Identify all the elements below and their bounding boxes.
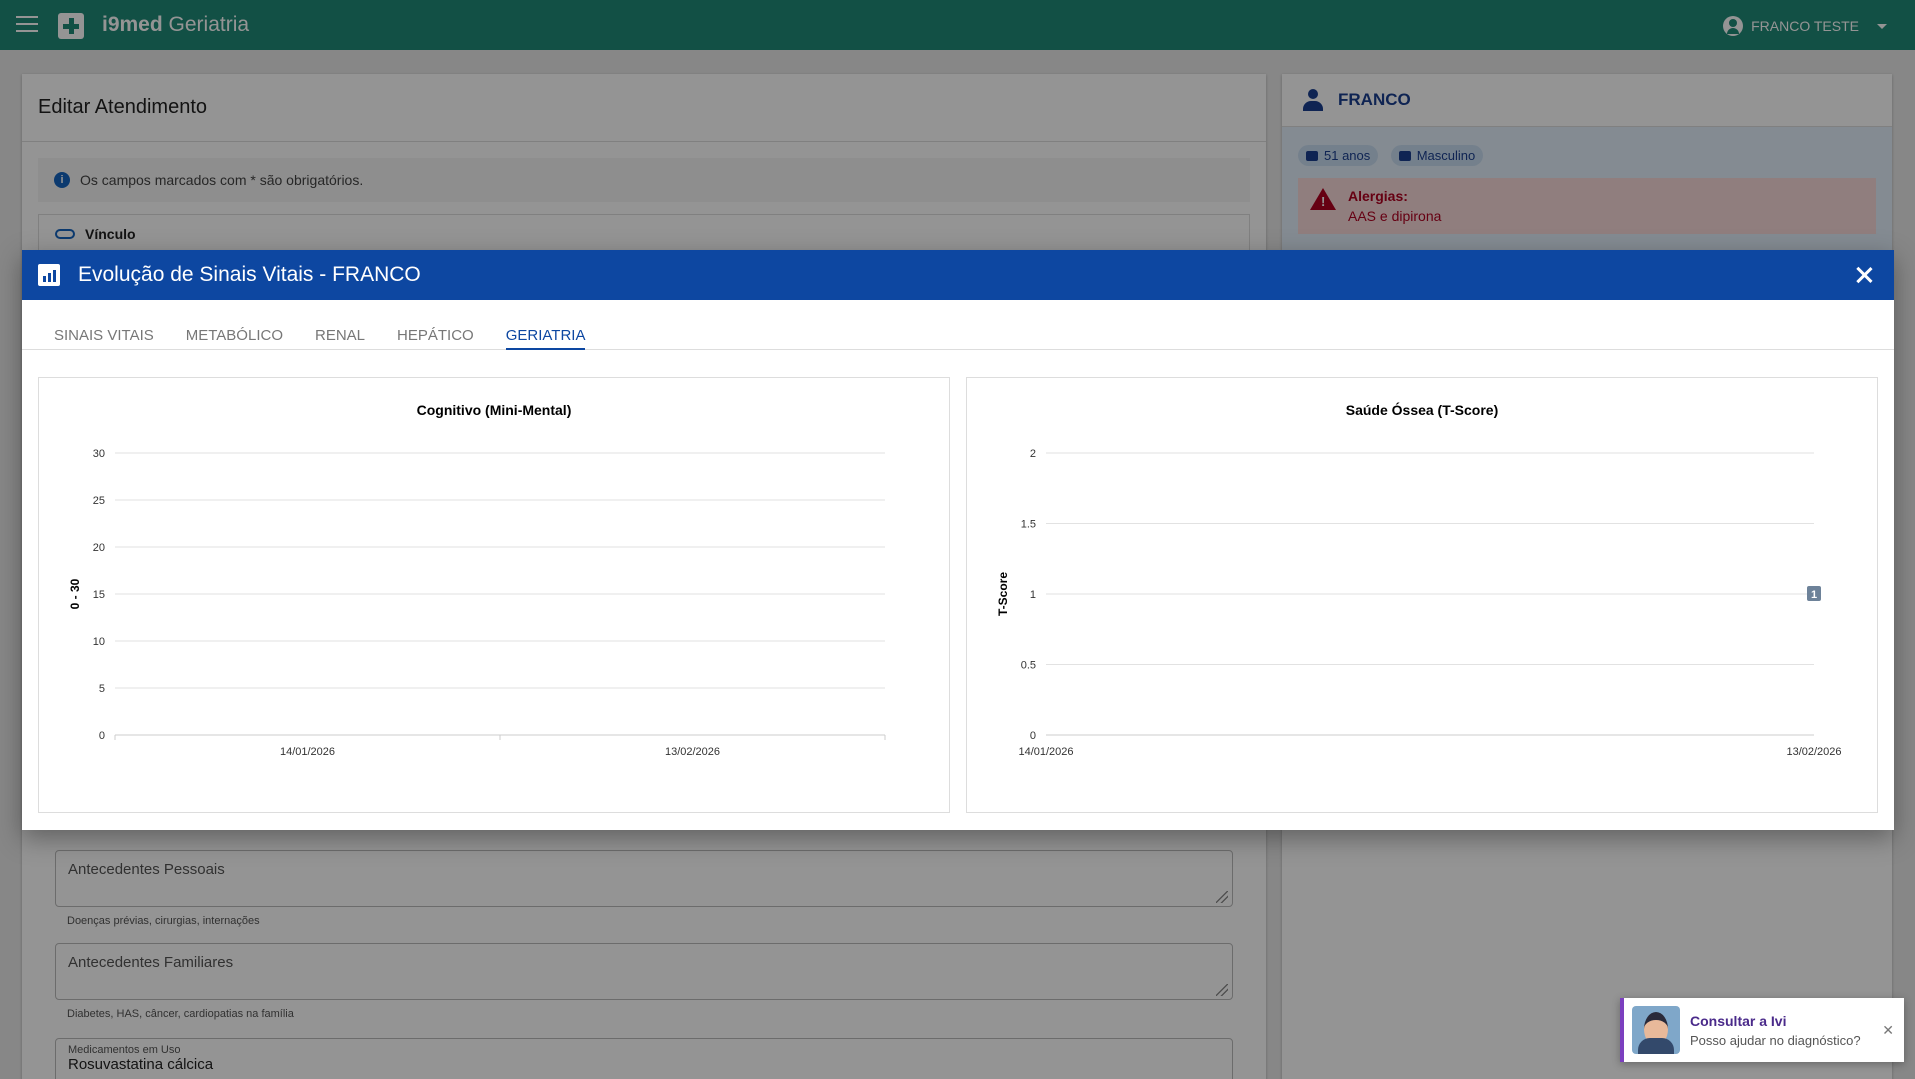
y-tick-label: 15 — [93, 589, 105, 601]
data-label: 1 — [1811, 589, 1817, 601]
x-tick-label: 14/01/2026 — [1018, 746, 1073, 758]
tab-geriatria[interactable]: GERIATRIA — [505, 300, 586, 350]
tab-hepatico[interactable]: HEPÁTICO — [397, 300, 474, 350]
y-axis-label: T-Score — [996, 572, 1010, 616]
y-axis-label: 0 - 30 — [68, 578, 82, 609]
y-tick-label: 25 — [93, 495, 105, 507]
cognitivo-chart: Cognitivo (Mini-Mental) 0 5 10 15 20 25 30 14/01… — [68, 402, 886, 758]
tab-metabolico[interactable]: METABÓLICO — [186, 300, 283, 350]
chart-title: Saúde Óssea (T-Score) — [1346, 401, 1499, 418]
assistant-title: Consultar a Ivi — [1690, 1012, 1787, 1029]
assistant-avatar — [1632, 1006, 1680, 1054]
tab-sinais-vitais[interactable]: SINAIS VITAIS — [54, 300, 154, 350]
saude-ossea-chart: Saúde Óssea (T-Score) 0 0.5 1 1.5 2 14/01/2026… — [996, 401, 1842, 758]
x-tick-label: 13/02/2026 — [665, 746, 720, 758]
y-tick-label: 20 — [93, 542, 105, 554]
chart-card-saude-ossea: Saúde Óssea (T-Score) 0 0.5 1 1.5 2 14/01/2026… — [966, 377, 1878, 813]
vital-signs-dialog: Evolução de Sinais Vitais - FRANCO SINAI… — [22, 250, 1894, 830]
close-icon[interactable] — [1852, 263, 1876, 287]
y-tick-label: 10 — [93, 636, 105, 648]
y-tick-label: 0.5 — [1021, 660, 1036, 672]
assistant-text: Posso ajudar no diagnóstico? — [1690, 1032, 1861, 1048]
x-tick-label: 13/02/2026 — [1786, 746, 1841, 758]
close-icon[interactable]: ✕ — [1882, 1022, 1894, 1039]
assistant-toast[interactable]: Consultar a Ivi Posso ajudar no diagnóst… — [1620, 998, 1904, 1062]
x-tick-label: 14/01/2026 — [280, 746, 335, 758]
dialog-header: Evolução de Sinais Vitais - FRANCO — [22, 250, 1894, 300]
y-tick-label: 1 — [1030, 589, 1036, 601]
y-tick-label: 0 — [1030, 730, 1036, 742]
tab-renal[interactable]: RENAL — [315, 300, 365, 350]
bar-chart-icon — [38, 264, 60, 286]
y-tick-label: 2 — [1030, 448, 1036, 460]
chart-title: Cognitivo (Mini-Mental) — [417, 402, 572, 418]
y-tick-label: 1.5 — [1021, 519, 1036, 531]
chart-card-cognitivo: Cognitivo (Mini-Mental) 0 5 10 15 20 25 30 14/01… — [38, 377, 950, 813]
y-tick-label: 30 — [93, 448, 105, 460]
dialog-tabs: SINAIS VITAIS METABÓLICO RENAL HEPÁTICO … — [22, 300, 1894, 350]
y-tick-label: 5 — [99, 683, 105, 695]
y-tick-label: 0 — [99, 730, 105, 742]
dialog-title: Evolução de Sinais Vitais - FRANCO — [78, 263, 421, 286]
